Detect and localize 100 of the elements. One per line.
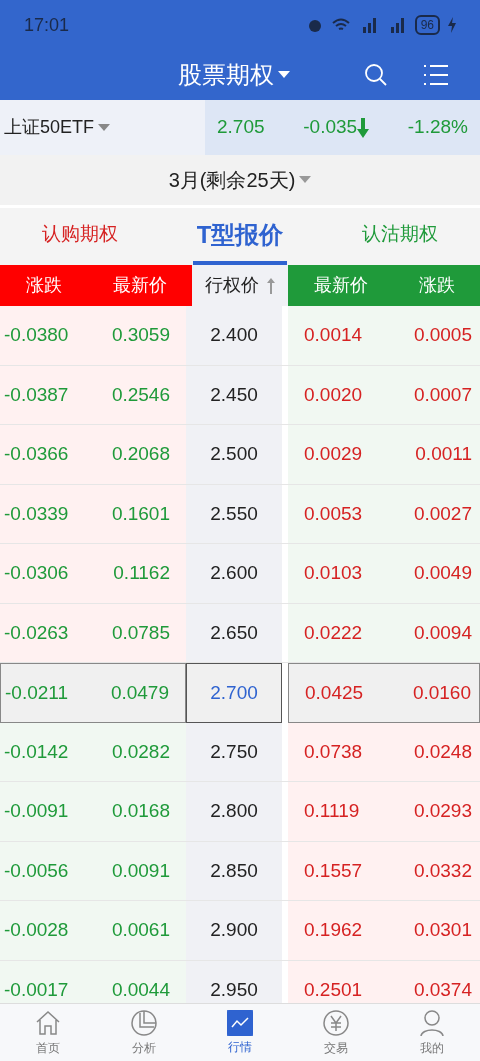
put-price: 0.0738 bbox=[304, 739, 363, 764]
put-quote-cell[interactable]: 0.0020 0.0007 bbox=[288, 365, 480, 424]
put-change: 0.0005 bbox=[413, 323, 472, 347]
call-change: -0.0387 bbox=[4, 382, 69, 407]
call-price: 0.2068 bbox=[111, 442, 170, 466]
nav-tab[interactable]: 我的 bbox=[384, 1004, 480, 1061]
nav-tab[interactable]: 分析 bbox=[96, 1004, 192, 1061]
put-quote-cell[interactable]: 0.0222 0.0094 bbox=[288, 603, 480, 662]
strike-price: 2.650 bbox=[210, 620, 258, 645]
call-price: 0.3059 bbox=[111, 323, 170, 347]
underlying-change: -0.035 bbox=[303, 115, 358, 140]
nav-tab[interactable]: 首页 bbox=[0, 1004, 96, 1061]
title-dropdown[interactable]: 股票期权 bbox=[178, 57, 290, 93]
battery-indicator: 96 bbox=[414, 15, 440, 35]
underlying-dropdown[interactable]: 上证50ETF bbox=[0, 100, 205, 155]
call-quote-cell[interactable]: -0.0366 0.2068 bbox=[0, 425, 186, 484]
call-quote-cell[interactable]: -0.0056 0.0091 bbox=[0, 841, 186, 900]
strike-cell[interactable]: 2.700 bbox=[186, 663, 282, 723]
pie-chart-icon bbox=[130, 1008, 158, 1037]
strike-cell[interactable]: 2.850 bbox=[186, 841, 282, 900]
strike-cell[interactable]: 2.450 bbox=[186, 365, 282, 424]
call-price: 0.0168 bbox=[111, 799, 170, 823]
underlying-change-percent: -1.28% bbox=[407, 115, 468, 140]
call-quote-cell[interactable]: -0.0263 0.0785 bbox=[0, 603, 186, 662]
expiry-dropdown[interactable]: 3月(剩余25天) bbox=[168, 165, 312, 195]
call-price: 0.0282 bbox=[111, 739, 170, 764]
strike-price: 2.500 bbox=[210, 442, 258, 466]
put-quote-cell[interactable]: 0.0103 0.0049 bbox=[288, 544, 480, 603]
put-price: 0.0014 bbox=[304, 323, 363, 347]
status-time: 17:01 bbox=[24, 14, 70, 37]
strike-cell[interactable]: 2.650 bbox=[186, 603, 282, 662]
strike-price: 2.950 bbox=[210, 977, 258, 1002]
call-price: 0.0061 bbox=[111, 918, 170, 942]
call-quote-cell[interactable]: -0.0028 0.0061 bbox=[0, 901, 186, 960]
nav-tab[interactable]: 行情 bbox=[192, 1004, 288, 1061]
column-header: 涨跌 bbox=[25, 274, 62, 297]
call-change: -0.0366 bbox=[4, 442, 69, 466]
put-price: 0.0103 bbox=[304, 561, 363, 585]
strike-cell[interactable]: 2.550 bbox=[186, 484, 282, 543]
put-quote-cell[interactable]: 0.0029 0.0011 bbox=[288, 425, 480, 484]
call-quote-cell[interactable]: -0.0339 0.1601 bbox=[0, 484, 186, 543]
call-quote-cell[interactable]: -0.0091 0.0168 bbox=[0, 782, 186, 841]
put-change: 0.0007 bbox=[413, 382, 472, 407]
strike-price: 2.750 bbox=[210, 739, 258, 764]
put-price: 0.0222 bbox=[304, 620, 363, 645]
put-quote-cell[interactable]: 0.1557 0.0332 bbox=[288, 841, 480, 900]
strike-cell[interactable]: 2.400 bbox=[186, 306, 282, 365]
strike-cell[interactable]: 2.900 bbox=[186, 901, 282, 960]
caret-icon bbox=[98, 123, 111, 132]
column-header: 最新价 bbox=[313, 274, 368, 297]
strike-cell[interactable]: 2.800 bbox=[186, 782, 282, 841]
strike-price: 2.400 bbox=[210, 323, 258, 347]
call-change: -0.0056 bbox=[4, 858, 69, 883]
put-change: 0.0248 bbox=[413, 739, 472, 764]
tab[interactable]: 认沽期权 bbox=[358, 208, 442, 265]
put-quote-cell[interactable]: 0.0738 0.0248 bbox=[288, 722, 480, 781]
put-quote-cell[interactable]: 0.0014 0.0005 bbox=[288, 306, 480, 365]
call-price: 0.1601 bbox=[111, 501, 170, 526]
yen-coin-icon bbox=[322, 1008, 350, 1037]
caret-icon bbox=[299, 176, 312, 184]
call-change: -0.0142 bbox=[4, 739, 69, 764]
call-change: -0.0211 bbox=[5, 680, 69, 705]
call-change: -0.0028 bbox=[4, 918, 69, 942]
call-quote-cell[interactable]: -0.0380 0.3059 bbox=[0, 306, 186, 365]
call-quote-cell[interactable]: -0.0306 0.1162 bbox=[0, 544, 186, 603]
underlying-price: 2.705 bbox=[217, 115, 265, 140]
call-price: 0.2546 bbox=[111, 382, 170, 407]
strike-cell[interactable]: 2.950 bbox=[186, 960, 282, 1003]
put-change: 0.0049 bbox=[413, 561, 472, 585]
call-quote-cell[interactable]: -0.0211 0.0479 bbox=[0, 663, 186, 723]
nav-tab[interactable]: 交易 bbox=[288, 1004, 384, 1061]
put-price: 0.1962 bbox=[304, 918, 363, 942]
put-quote-cell[interactable]: 0.0425 0.0160 bbox=[288, 663, 480, 723]
call-price: 0.0091 bbox=[111, 858, 170, 883]
tab[interactable]: 认购期权 bbox=[38, 208, 122, 265]
put-price: 0.1557 bbox=[304, 858, 363, 883]
put-quote-cell[interactable]: 0.2501 0.0374 bbox=[288, 960, 480, 1003]
strike-cell[interactable]: 2.500 bbox=[186, 425, 282, 484]
put-quote-cell[interactable]: 0.0053 0.0027 bbox=[288, 484, 480, 543]
search-icon[interactable] bbox=[364, 63, 388, 87]
strike-price: 2.900 bbox=[210, 918, 258, 942]
wifi-icon bbox=[330, 17, 351, 33]
call-quote-cell[interactable]: -0.0017 0.0044 bbox=[0, 960, 186, 1003]
call-quote-cell[interactable]: -0.0142 0.0282 bbox=[0, 722, 186, 781]
strike-price: 2.700 bbox=[210, 680, 258, 705]
column-header: 涨跌 bbox=[418, 274, 455, 297]
column-header: 行权价 bbox=[205, 274, 259, 297]
put-price: 0.1119 bbox=[304, 799, 360, 823]
strike-cell[interactable]: 2.600 bbox=[186, 544, 282, 603]
call-quote-cell[interactable]: -0.0387 0.2546 bbox=[0, 365, 186, 424]
call-change: -0.0263 bbox=[4, 620, 69, 645]
put-price: 0.0029 bbox=[304, 442, 363, 466]
call-change: -0.0339 bbox=[4, 501, 69, 526]
put-quote-cell[interactable]: 0.1119 0.0293 bbox=[288, 782, 480, 841]
strike-cell[interactable]: 2.750 bbox=[186, 722, 282, 781]
put-change: 0.0332 bbox=[413, 858, 472, 883]
put-quote-cell[interactable]: 0.1962 0.0301 bbox=[288, 901, 480, 960]
charging-icon bbox=[448, 17, 456, 33]
menu-icon[interactable] bbox=[424, 64, 448, 86]
put-price: 0.2501 bbox=[304, 977, 363, 1002]
